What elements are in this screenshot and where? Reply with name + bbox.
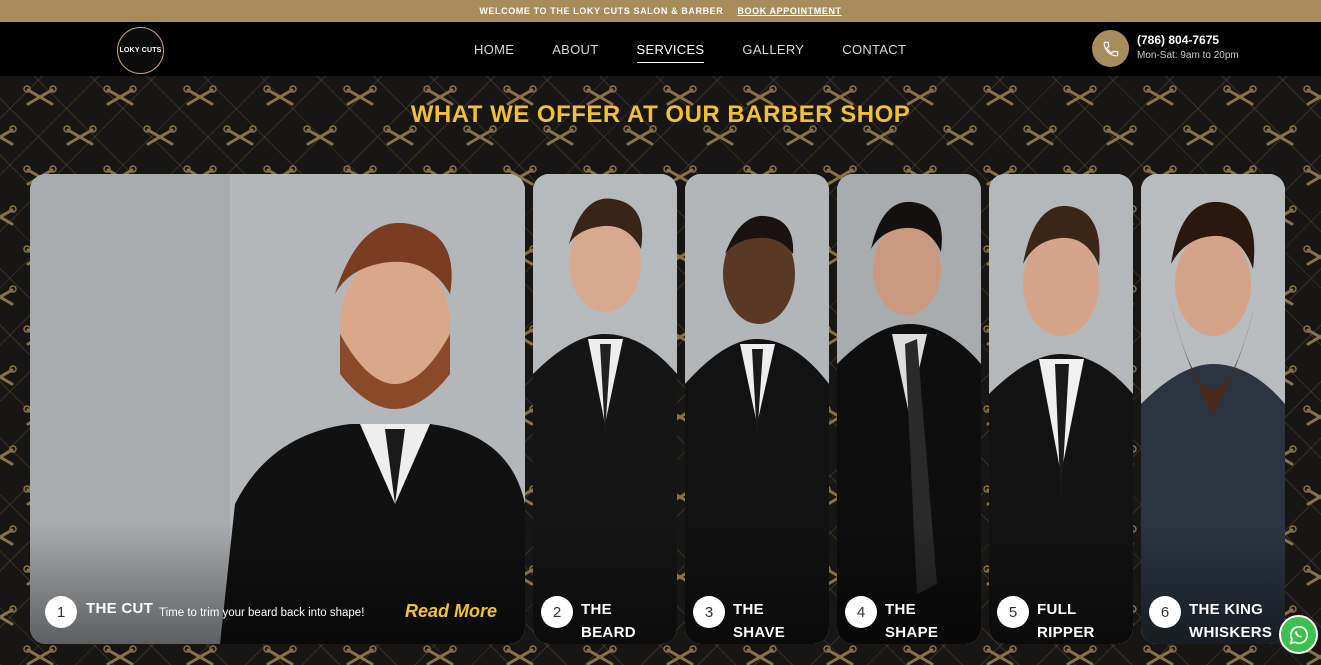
main-nav: HOME ABOUT SERVICES GALLERY CONTACT bbox=[455, 22, 925, 76]
nav-contact[interactable]: CONTACT bbox=[823, 42, 925, 57]
service-card-the-shave[interactable]: 3 THE SHAVE bbox=[685, 174, 829, 644]
service-title: THE KING WHISKERS bbox=[1189, 601, 1273, 641]
nav-services[interactable]: SERVICES bbox=[618, 42, 724, 63]
service-number: 3 bbox=[693, 596, 725, 628]
service-number: 1 bbox=[45, 596, 77, 628]
service-title: THE CUT bbox=[86, 600, 154, 617]
site-header: LOKY CUTS HOME ABOUT SERVICES GALLERY CO… bbox=[0, 22, 1321, 76]
phone-icon[interactable] bbox=[1092, 30, 1129, 67]
nav-home[interactable]: HOME bbox=[455, 42, 533, 57]
whatsapp-icon[interactable] bbox=[1279, 615, 1318, 654]
book-appointment-link[interactable]: BOOK APPOINTMENT bbox=[737, 6, 841, 16]
service-card-the-king-whiskers[interactable]: 6 THE KING WHISKERS bbox=[1141, 174, 1285, 644]
service-number: 2 bbox=[541, 596, 573, 628]
service-description: Time to trim your beard back into shape! bbox=[159, 607, 365, 619]
phone-number[interactable]: (786) 804-7675 bbox=[1137, 33, 1239, 47]
opening-hours: Mon-Sat: 9am to 20pm bbox=[1137, 50, 1239, 61]
announcement-bar: WELCOME TO THE LOKY CUTS SALON & BARBER … bbox=[0, 0, 1321, 22]
service-number: 4 bbox=[845, 596, 877, 628]
logo-text: LOKY CUTS bbox=[119, 47, 162, 54]
service-title: THE BEARD bbox=[581, 601, 636, 641]
service-title: THE SHAVE bbox=[733, 601, 786, 641]
service-title: THE SHAPE bbox=[885, 601, 939, 641]
service-number: 5 bbox=[997, 596, 1029, 628]
logo[interactable]: LOKY CUTS bbox=[117, 27, 164, 74]
service-card-the-cut[interactable]: 1 THE CUT Time to trim your beard back i… bbox=[30, 174, 525, 644]
nav-gallery[interactable]: GALLERY bbox=[723, 42, 823, 57]
service-card-full-ripper[interactable]: 5 FULL RIPPER bbox=[989, 174, 1133, 644]
welcome-text: WELCOME TO THE LOKY CUTS SALON & BARBER bbox=[479, 6, 724, 16]
service-card-the-shape[interactable]: 4 THE SHAPE bbox=[837, 174, 981, 644]
service-card-the-beard[interactable]: 2 THE BEARD bbox=[533, 174, 677, 644]
card-shade bbox=[30, 524, 525, 644]
contact-info: (786) 804-7675 Mon-Sat: 9am to 20pm bbox=[1137, 33, 1239, 61]
section-heading: WHAT WE OFFER AT OUR BARBER SHOP bbox=[410, 101, 911, 128]
service-title: FULL RIPPER bbox=[1037, 601, 1095, 641]
nav-about[interactable]: ABOUT bbox=[533, 42, 617, 57]
read-more-link[interactable]: Read More bbox=[405, 601, 497, 622]
service-number: 6 bbox=[1149, 596, 1181, 628]
